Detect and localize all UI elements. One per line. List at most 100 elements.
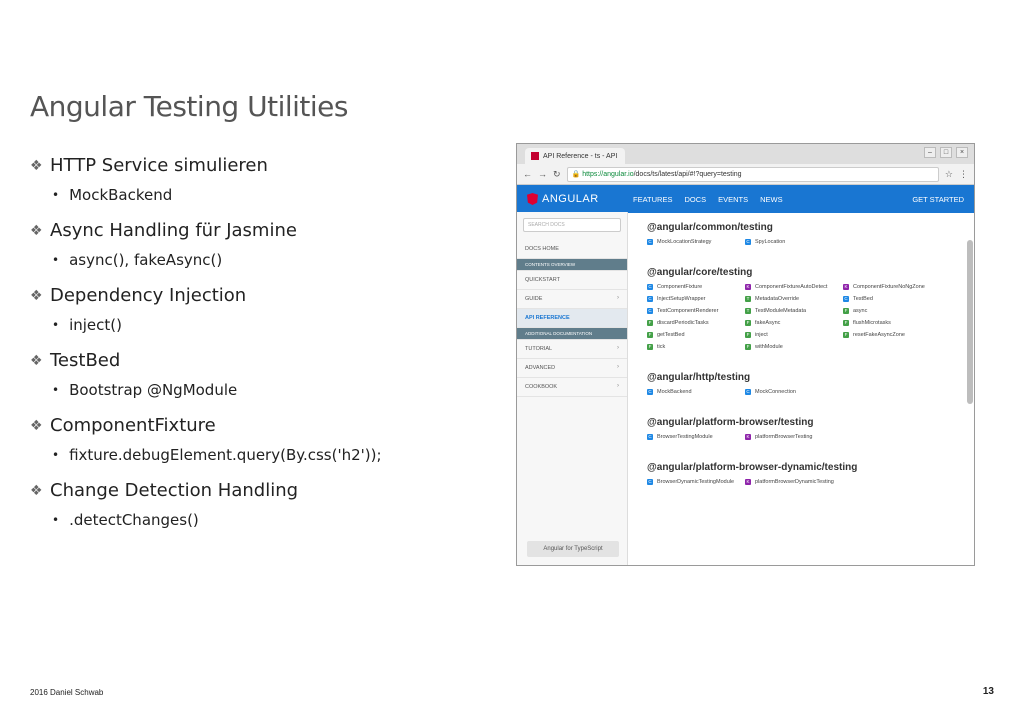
api-item[interactable]: FfakeAsync [745,320,843,326]
forward-arrow-icon[interactable]: → [538,169,547,179]
sub-bullet-text: fixture.debugElement.query(By.css('h2'))… [69,446,382,464]
api-item[interactable]: FwithModule [745,344,843,350]
docs-sidebar: SEARCH DOCS DOCS HOME CONTENTS OVERVIEW QU… [517,212,628,565]
api-type-badge-icon: C [745,389,751,395]
section-title: @angular/http/testing [647,372,751,383]
angular-top-nav: ANGULAR FEATURES DOCS EVENTS NEWS GET START… [517,185,974,213]
url-input[interactable]: 🔒 https://angular.io/docs/ts/latest/api/… [566,166,939,182]
api-item[interactable]: FflushMicrotasks [843,320,943,326]
api-item[interactable]: FgetTestBed [647,332,745,338]
nav-link[interactable]: FEATURES [633,195,672,204]
api-item[interactable]: C ComponentFixture [647,284,745,290]
api-section: @angular/common/testing C MockLocationStra… [647,222,964,245]
sub-bullet-text: MockBackend [69,186,173,204]
sidebar-item[interactable]: API REFERENCE [517,309,627,328]
reload-icon[interactable]: ↻ [553,169,561,180]
api-item[interactable]: C MockBackend [647,389,745,395]
bullet-item: ❖ TestBed [30,350,500,371]
api-item[interactable]: C TestComponentRenderer [647,308,745,314]
sidebar-item-label: GUIDE [525,296,543,302]
api-item-label: ComponentFixtureNoNgZone [853,284,925,290]
dot-bullet-icon: • [52,253,60,267]
api-item[interactable]: KplatformBrowserDynamicTesting [745,479,843,485]
get-started-link[interactable]: GET STARTED [912,195,964,204]
sidebar-item-label: COOKBOOK [525,384,558,390]
bullet-text: Change Detection Handling [50,480,299,501]
api-item-label: tick [657,344,666,350]
nav-link[interactable]: NEWS [760,195,783,204]
sidebar-item[interactable]: ADDITIONAL DOCUMENTATION [517,328,627,340]
api-item-label: ComponentFixture [657,284,703,290]
minimize-icon[interactable]: – [924,147,936,158]
api-item-label: fakeAsync [755,320,781,326]
sidebar-item[interactable]: TUTORIAL › [517,340,627,359]
sidebar-item[interactable]: ADVANCED › [517,359,627,378]
angular-logo[interactable]: ANGULAR [527,193,599,205]
nav-link[interactable]: DOCS [684,195,706,204]
api-item[interactable]: KplatformBrowserTesting [745,434,843,440]
api-section: @angular/core/testing C ComponentFixture K C… [647,267,964,350]
api-item[interactable]: C BrowserDynamicTestingModule [647,479,745,485]
sidebar-item[interactable]: GUIDE › [517,290,627,309]
sidebar-item[interactable]: COOKBOOK › [517,378,627,397]
api-item[interactable]: C TestBed [843,296,943,302]
api-item-label: BrowserDynamicTestingModule [657,479,735,485]
api-type-badge-icon: C [647,389,653,395]
api-type-badge-icon: C [647,479,653,485]
lock-icon: 🔒 [571,170,581,178]
back-arrow-icon[interactable]: ← [523,169,532,179]
close-icon[interactable]: × [956,147,968,158]
api-item[interactable]: FdiscardPeriodicTasks [647,320,745,326]
sidebar-item[interactable]: DOCS HOME [517,240,627,259]
api-item[interactable]: K ComponentFixtureAutoDetect [745,284,843,290]
angular-for-typescript-button[interactable]: Angular for TypeScript [527,541,619,557]
bullet-text: ComponentFixture [50,415,216,436]
dot-bullet-icon: • [52,513,60,527]
api-item-label: BrowserTestingModule [657,434,713,440]
browser-tab[interactable]: API Reference - ts - API [525,148,625,164]
api-item-label: platformBrowserDynamicTesting [755,479,834,485]
sub-bullet-text: .detectChanges() [69,511,199,529]
nav-link[interactable]: EVENTS [718,195,748,204]
api-item[interactable]: FresetFakeAsyncZone [843,332,943,338]
diamond-bullet-icon: ❖ [30,157,43,174]
url-path: /docs/ts/latest/api/#!?query=testing [633,170,742,178]
api-item[interactable]: C MockConnection [745,389,843,395]
api-item[interactable]: Fasync [843,308,943,314]
api-item[interactable]: T TestModuleMetadata [745,308,843,314]
menu-icon[interactable]: ⋮ [959,169,968,180]
api-type-badge-icon: F [843,320,849,326]
chevron-right-icon: › [617,383,619,389]
bullet-item: ❖ Async Handling für Jasmine [30,220,500,241]
logo-text: ANGULAR [542,193,599,205]
star-icon[interactable]: ☆ [945,169,953,180]
scrollbar[interactable] [967,240,973,404]
api-type-badge-icon: K [745,284,751,290]
api-item-label: MockLocationStrategy [657,239,712,245]
api-item[interactable]: C MockLocationStrategy [647,239,745,245]
api-item[interactable]: K ComponentFixtureNoNgZone [843,284,943,290]
maximize-icon[interactable]: □ [940,147,952,158]
browser-screenshot: API Reference - ts - API – □ × ← → ↻ 🔒 h… [516,143,975,566]
section-title: @angular/core/testing [647,267,753,278]
api-item[interactable]: Ftick [647,344,745,350]
sidebar-item[interactable]: QUICKSTART [517,271,627,290]
api-type-badge-icon: C [843,296,849,302]
sidebar-item-label: ADDITIONAL DOCUMENTATION [525,331,593,336]
api-item-label: InjectSetupWrapper [657,296,706,302]
api-type-badge-icon: F [843,332,849,338]
sidebar-item[interactable]: CONTENTS OVERVIEW [517,259,627,271]
api-item[interactable]: C BrowserTestingModule [647,434,745,440]
api-type-badge-icon: C [647,239,653,245]
window-controls: – □ × [924,147,968,158]
search-docs-input[interactable]: SEARCH DOCS [523,218,621,232]
dot-bullet-icon: • [52,448,60,462]
api-item[interactable]: T MetadataOverride [745,296,843,302]
api-item-label: TestComponentRenderer [657,308,719,314]
chevron-right-icon: › [617,345,619,351]
api-item-label: TestModuleMetadata [755,308,807,314]
api-item[interactable]: C InjectSetupWrapper [647,296,745,302]
sub-bullet-item: • async(), fakeAsync() [52,251,500,269]
api-item[interactable]: Finject [745,332,843,338]
api-item[interactable]: C SpyLocation [745,239,843,245]
